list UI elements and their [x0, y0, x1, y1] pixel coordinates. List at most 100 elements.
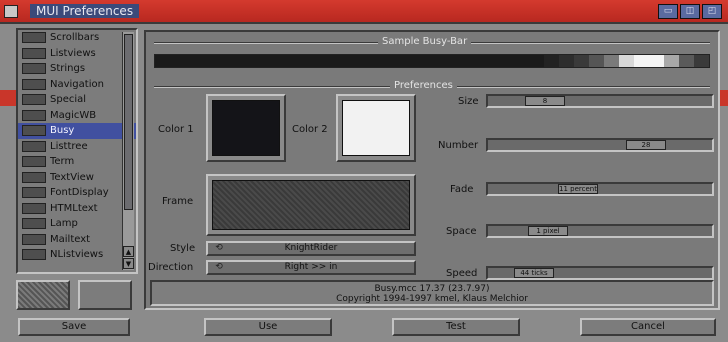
list-item[interactable]: FontDisplay [18, 185, 136, 201]
fade-slider[interactable]: 11 percent [486, 182, 714, 196]
busy-bar-segment [169, 55, 185, 67]
cancel-button[interactable]: Cancel [580, 318, 716, 336]
list-item-label: Mailtext [50, 233, 91, 245]
busy-bar-segment [469, 55, 485, 67]
busy-bar-segment [678, 55, 694, 67]
busy-bar-segment [484, 55, 500, 67]
busy-bar-segment [214, 55, 230, 67]
busy-bar-segment [499, 55, 515, 67]
color1-well[interactable] [206, 94, 286, 162]
list-item[interactable]: HTMLtext [18, 201, 136, 217]
style-label: Style [170, 243, 196, 254]
nlistviews-icon [22, 249, 46, 261]
cycle-icon: ⟲ [215, 262, 223, 272]
list-scrollbar[interactable]: ▲ ▼ [122, 32, 134, 270]
list-item[interactable]: Listviews [18, 46, 136, 62]
lamp-icon [22, 218, 46, 230]
list-item[interactable]: Scrollbars [18, 30, 136, 46]
busy-bar-segment [454, 55, 470, 67]
busy-bar-segment [259, 55, 275, 67]
list-item-label: HTMLtext [50, 202, 98, 214]
list-item[interactable]: NListviews [18, 247, 136, 263]
title-bar[interactable]: MUI Preferences ▭ ◫ ◰ [0, 0, 728, 24]
direction-cycle[interactable]: ⟲ Right >> in [206, 260, 416, 275]
color2-well[interactable] [336, 94, 416, 162]
busy-bar-segment [693, 55, 709, 67]
list-item[interactable]: Strings [18, 61, 136, 77]
busy-bar-segment [394, 55, 410, 67]
info-line: Copyright 1994-1997 kmel, Klaus Melchior [336, 294, 528, 304]
fade-slider-thumb[interactable]: 11 percent [558, 184, 598, 194]
list-item-label: Listviews [50, 47, 96, 59]
scrollbar-knob[interactable] [124, 34, 133, 210]
busy-bar-segment [409, 55, 425, 67]
list-item[interactable]: TextView [18, 170, 136, 186]
category-list[interactable]: Scrollbars Listviews Strings Navigation Spec… [16, 28, 138, 274]
direction-value: Right >> in [284, 262, 338, 272]
navigation-icon [22, 78, 46, 90]
busy-icon [22, 125, 46, 137]
busy-bar-segment [604, 55, 620, 67]
fade-label: Fade [450, 184, 474, 195]
busy-bar-segment [589, 55, 605, 67]
speed-slider[interactable]: 44 ticks [486, 266, 714, 280]
list-item-label: Navigation [50, 78, 104, 90]
pattern-button[interactable] [16, 280, 70, 310]
version-info: Busy.mcc 17.37 (23.7.97) Copyright 1994-… [150, 280, 714, 306]
busy-bar-segment [424, 55, 440, 67]
list-item[interactable]: Navigation [18, 77, 136, 93]
list-item-label: Scrollbars [50, 32, 100, 44]
scroll-up-icon[interactable]: ▲ [123, 246, 134, 257]
size-slider-thumb[interactable]: 8 [525, 96, 565, 106]
close-icon[interactable] [4, 5, 18, 18]
cycle-icon: ⟲ [215, 243, 223, 253]
style-cycle[interactable]: ⟲ KnightRider [206, 241, 416, 256]
number-label: Number [438, 140, 479, 151]
busy-bar-segment [619, 55, 634, 67]
frame-label: Frame [162, 196, 194, 207]
speed-slider-thumb[interactable]: 44 ticks [514, 268, 554, 278]
list-item-label: Term [50, 156, 75, 168]
color1-label: Color 1 [158, 124, 194, 135]
frame-selector[interactable] [206, 174, 416, 236]
list-item[interactable]: Term [18, 154, 136, 170]
busy-bar-segment [274, 55, 290, 67]
depth-icon[interactable]: ◰ [702, 4, 722, 19]
blank-button[interactable] [78, 280, 132, 310]
scroll-down-icon[interactable]: ▼ [123, 258, 134, 269]
space-slider-thumb[interactable]: 1 pixel [528, 226, 568, 236]
scrollbars-icon [22, 32, 46, 44]
list-item[interactable]: Busy [18, 123, 136, 139]
list-item[interactable]: Lamp [18, 216, 136, 232]
number-slider[interactable]: 28 [486, 138, 714, 152]
iconify-icon[interactable]: ▭ [658, 4, 678, 19]
use-button[interactable]: Use [204, 318, 332, 336]
list-item-label: Strings [50, 63, 86, 75]
list-item[interactable]: MagicWB [18, 108, 136, 124]
fontdisplay-icon [22, 187, 46, 199]
speed-label: Speed [446, 268, 478, 279]
list-item[interactable]: Special [18, 92, 136, 108]
textview-icon [22, 171, 46, 183]
busy-bar-segment [379, 55, 395, 67]
window-title: MUI Preferences [30, 4, 140, 18]
test-button[interactable]: Test [392, 318, 520, 336]
preferences-group-title: Preferences [390, 80, 457, 91]
save-button[interactable]: Save [18, 318, 130, 336]
list-item[interactable]: Listtree [18, 139, 136, 155]
zoom-icon[interactable]: ◫ [680, 4, 700, 19]
list-item-label: NListviews [50, 249, 104, 261]
space-label: Space [446, 226, 477, 237]
list-item-label: Listtree [50, 140, 88, 152]
list-item-label: MagicWB [50, 109, 97, 121]
list-item[interactable]: Mailtext [18, 232, 136, 248]
size-slider[interactable]: 8 [486, 94, 714, 108]
sample-busy-bar [154, 54, 710, 68]
busy-bar-segment [229, 55, 245, 67]
busy-bar-segment [155, 55, 170, 67]
term-icon [22, 156, 46, 168]
listviews-icon [22, 47, 46, 59]
mailtext-icon [22, 233, 46, 245]
number-slider-thumb[interactable]: 28 [626, 140, 666, 150]
space-slider[interactable]: 1 pixel [486, 224, 714, 238]
